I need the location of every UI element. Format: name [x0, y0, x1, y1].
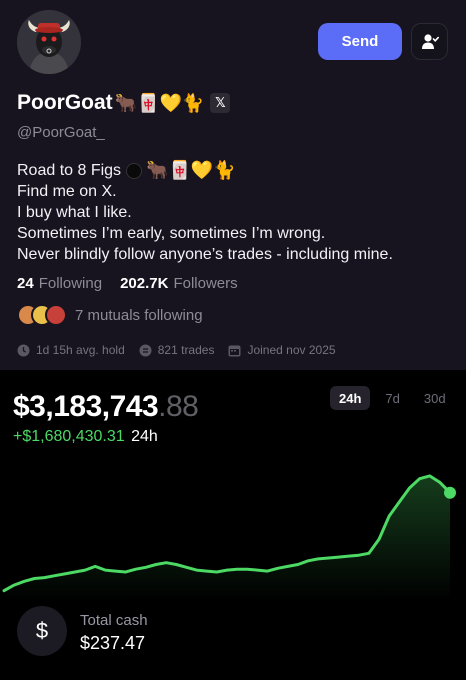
followers-count[interactable]: 202.7K — [120, 275, 168, 292]
user-check-icon — [421, 33, 439, 49]
bio-line-2: Find me on X. — [17, 183, 117, 200]
following-count[interactable]: 24 — [17, 275, 34, 292]
value-cents: .88 — [158, 390, 199, 423]
trades-count: 821 trades — [139, 343, 215, 357]
join-date-text: Joined nov 2025 — [247, 343, 336, 357]
tab-30d[interactable]: 30d — [415, 386, 455, 410]
bio: Road to 8 Figs 🐂🀄💛🐈 Find me on X. I buy … — [17, 160, 393, 265]
bull-avatar-image — [17, 10, 81, 74]
x-link-icon[interactable]: 𝕏 — [210, 93, 231, 113]
coin-icon — [139, 344, 152, 356]
portfolio-chart[interactable] — [0, 460, 466, 600]
mutual-avatar — [45, 304, 67, 326]
avg-hold: 1d 15h avg. hold — [17, 343, 125, 357]
followers-label[interactable]: Followers — [173, 275, 237, 292]
tab-24h[interactable]: 24h — [330, 386, 371, 410]
name-row: PoorGoat 🐂🀄💛🐈 𝕏 — [17, 89, 231, 117]
calendar-icon — [228, 345, 241, 356]
timeframe-tabs: 24h 7d 30d — [330, 386, 461, 410]
portfolio-section: $3,183,743.88 +$1,680,430.31 24h 24h 7d … — [0, 370, 466, 680]
mutuals-text: 7 mutuals following — [75, 306, 203, 324]
chart-area-fill — [4, 475, 450, 600]
name-emojis: 🐂🀄💛🐈 — [114, 92, 205, 114]
join-date: Joined nov 2025 — [228, 343, 336, 357]
total-cash-value: $237.47 — [80, 633, 146, 653]
bio-line-5: Never blindly follow anyone’s trades - i… — [17, 246, 393, 263]
profile-header: Send PoorGoat 🐂🀄💛🐈 𝕏 @PoorGoat_ Road to … — [0, 0, 466, 370]
avatar[interactable] — [17, 10, 81, 74]
display-name: PoorGoat — [17, 91, 113, 114]
following-label[interactable]: Following — [39, 275, 102, 292]
trader-meta: 1d 15h avg. hold 821 trades Joined nov 2… — [17, 341, 350, 359]
avg-hold-text: 1d 15h avg. hold — [36, 343, 125, 357]
tab-7d[interactable]: 7d — [376, 386, 408, 410]
bio-line-3: I buy what I like. — [17, 204, 132, 221]
bio-line-4: Sometimes I’m early, sometimes I’m wrong… — [17, 225, 326, 242]
portfolio-value: $3,183,743.88 — [13, 390, 199, 424]
value-main: $3,183,743 — [13, 390, 159, 423]
dollar-icon: $ — [17, 606, 67, 656]
pnl-change: +$1,680,430.31 24h — [13, 428, 158, 446]
mutuals-row[interactable]: 7 mutuals following — [17, 303, 203, 327]
trades-text: 821 trades — [157, 343, 215, 357]
black-circle-icon — [126, 162, 143, 179]
send-button[interactable]: Send — [318, 23, 402, 60]
follow-stats: 24 Following 202.7K Followers — [17, 275, 256, 292]
clock-icon — [17, 344, 30, 356]
bio-emojis: 🐂🀄💛🐈 — [146, 160, 236, 181]
change-amount: +$1,680,430.31 — [13, 428, 125, 445]
change-period: 24h — [131, 428, 158, 445]
username-handle: @PoorGoat_ — [17, 124, 105, 141]
follow-button[interactable] — [411, 23, 448, 60]
chart-current-point — [444, 486, 456, 499]
bio-line-1: Road to 8 Figs — [17, 162, 122, 179]
total-cash-label: Total cash — [80, 612, 148, 629]
